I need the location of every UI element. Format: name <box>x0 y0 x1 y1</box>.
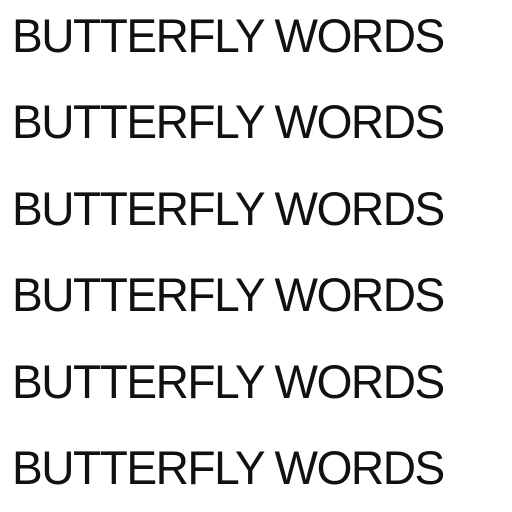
text-line-6: BUTTERFLY WORDS <box>12 441 445 494</box>
text-line-4: BUTTERFLY WORDS <box>12 268 445 321</box>
text-line-5: BUTTERFLY WORDS <box>12 355 445 408</box>
text-line-2: BUTTERFLY WORDS <box>12 95 445 148</box>
text-canvas: BUTTERFLY WORDS BUTTERFLY WORDS BUTTERFL… <box>0 0 512 512</box>
text-line-3: BUTTERFLY WORDS <box>12 182 445 235</box>
text-line-1: BUTTERFLY WORDS <box>12 9 445 62</box>
